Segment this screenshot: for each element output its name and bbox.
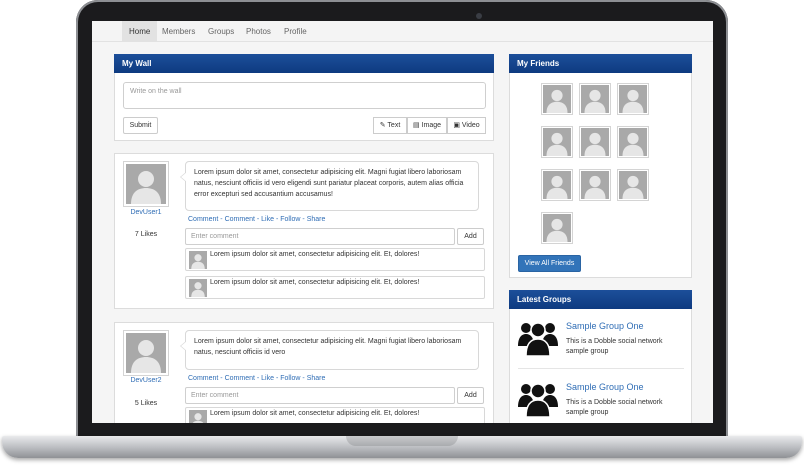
friend-silhouette-icon xyxy=(581,128,609,156)
group-description: This is a Dobble social network sample g… xyxy=(566,338,663,355)
nav-home[interactable]: Home xyxy=(122,21,158,42)
comment-link[interactable]: Comment xyxy=(225,216,255,223)
friend-avatar[interactable] xyxy=(617,169,649,201)
post-username[interactable]: DevUser2 xyxy=(123,377,169,384)
like-link[interactable]: Like xyxy=(261,375,274,382)
post-actions: Comment - Comment - Like - Follow - Shar… xyxy=(188,375,326,382)
friend-silhouette-icon xyxy=(543,85,571,113)
browser-screen: Home Members Groups Photos Profile My Wa… xyxy=(92,21,713,423)
post-username[interactable]: DevUser1 xyxy=(123,209,169,216)
post-card: DevUser2 5 Likes Lorem ipsum dolor sit a… xyxy=(114,322,494,423)
text-type-button[interactable]: ✎ Text xyxy=(373,117,407,134)
follow-link[interactable]: Follow xyxy=(280,216,300,223)
post-card: DevUser1 7 Likes Lorem ipsum dolor sit a… xyxy=(114,153,494,309)
comment-item: Lorem ipsum dolor sit amet, consectetur … xyxy=(185,407,485,423)
camera-icon xyxy=(476,13,482,19)
comment-text: Lorem ipsum dolor sit amet, consectetur … xyxy=(210,410,420,417)
post-likes: 5 Likes xyxy=(134,400,158,407)
comment-input[interactable]: Enter comment xyxy=(185,387,455,404)
add-comment-button[interactable]: Add xyxy=(457,387,484,404)
friend-avatar[interactable] xyxy=(579,126,611,158)
like-link[interactable]: Like xyxy=(261,216,274,223)
wall-panel: My Wall Write on the wall Submit ✎ Text … xyxy=(114,54,494,141)
submit-button[interactable]: Submit xyxy=(123,117,158,134)
group-name[interactable]: Sample Group One xyxy=(566,382,644,392)
comment-link[interactable]: Comment xyxy=(225,375,255,382)
share-link[interactable]: Share xyxy=(307,216,326,223)
group-item[interactable]: Sample Group One This is a Dobble social… xyxy=(518,379,688,423)
nav-photos[interactable]: Photos xyxy=(239,21,278,42)
friend-silhouette-icon xyxy=(581,85,609,113)
video-file-icon: ▣ xyxy=(453,122,460,129)
laptop-frame: Home Members Groups Photos Profile My Wa… xyxy=(0,0,804,469)
user-avatar[interactable] xyxy=(123,330,169,376)
group-name[interactable]: Sample Group One xyxy=(566,321,644,331)
friend-avatar[interactable] xyxy=(541,169,573,201)
comment-link[interactable]: Comment xyxy=(188,216,218,223)
commenter-avatar-icon xyxy=(189,251,207,269)
image-type-button[interactable]: ▤ Image xyxy=(407,117,447,134)
image-file-icon: ▤ xyxy=(412,122,420,129)
group-people-icon xyxy=(518,318,558,358)
comment-text: Lorem ipsum dolor sit amet, consectetur … xyxy=(210,279,420,286)
group-item[interactable]: Sample Group One This is a Dobble social… xyxy=(518,318,688,363)
group-description: This is a Dobble social network sample g… xyxy=(566,399,663,416)
comment-item: Lorem ipsum dolor sit amet, consectetur … xyxy=(185,276,485,299)
user-avatar[interactable] xyxy=(123,161,169,207)
user-silhouette-icon xyxy=(126,164,166,204)
comment-text: Lorem ipsum dolor sit amet, consectetur … xyxy=(210,251,420,258)
laptop-notch xyxy=(346,436,458,446)
share-link[interactable]: Share xyxy=(307,375,326,382)
view-all-friends-button[interactable]: View All Friends xyxy=(518,255,581,272)
group-divider xyxy=(518,368,684,369)
group-people-icon xyxy=(518,379,558,419)
text-type-label: Text xyxy=(387,122,401,129)
friend-silhouette-icon xyxy=(543,171,571,199)
comment-link[interactable]: Comment xyxy=(188,375,218,382)
friend-avatar[interactable] xyxy=(617,83,649,115)
friend-silhouette-icon xyxy=(543,214,571,242)
friend-avatar[interactable] xyxy=(541,83,573,115)
groups-title: Latest Groups xyxy=(509,290,692,309)
friend-silhouette-icon xyxy=(619,128,647,156)
friend-avatar[interactable] xyxy=(541,212,573,244)
commenter-avatar-icon xyxy=(189,410,207,423)
nav-groups[interactable]: Groups xyxy=(201,21,241,42)
friend-avatar[interactable] xyxy=(579,169,611,201)
comment-item: Lorem ipsum dolor sit amet, consectetur … xyxy=(185,248,485,271)
friend-silhouette-icon xyxy=(543,128,571,156)
post-text: Lorem ipsum dolor sit amet, consectetur … xyxy=(180,161,479,211)
image-type-label: Image xyxy=(421,122,442,129)
post-likes: 7 Likes xyxy=(134,231,158,238)
wall-input[interactable]: Write on the wall xyxy=(123,82,486,109)
video-type-button[interactable]: ▣ Video xyxy=(447,117,486,134)
groups-panel: Latest Groups Sample Group One This is a… xyxy=(509,290,692,423)
post-actions: Comment - Comment - Like - Follow - Shar… xyxy=(188,216,326,223)
friend-avatar[interactable] xyxy=(579,83,611,115)
wall-title: My Wall xyxy=(114,54,494,73)
commenter-avatar-icon xyxy=(189,279,207,297)
comment-input[interactable]: Enter comment xyxy=(185,228,455,245)
friend-silhouette-icon xyxy=(581,171,609,199)
friends-title: My Friends xyxy=(509,54,692,73)
friends-panel: My Friends View All Friends xyxy=(509,54,692,278)
nav-profile[interactable]: Profile xyxy=(277,21,314,42)
nav-members[interactable]: Members xyxy=(155,21,202,42)
follow-link[interactable]: Follow xyxy=(280,375,300,382)
video-type-label: Video xyxy=(461,122,480,129)
friend-silhouette-icon xyxy=(619,85,647,113)
friend-avatar[interactable] xyxy=(617,126,649,158)
top-navbar: Home Members Groups Photos Profile xyxy=(92,21,713,42)
friend-avatar[interactable] xyxy=(541,126,573,158)
pencil-icon: ✎ xyxy=(379,122,386,129)
add-comment-button[interactable]: Add xyxy=(457,228,484,245)
friend-silhouette-icon xyxy=(619,171,647,199)
post-text: Lorem ipsum dolor sit amet, consectetur … xyxy=(180,330,479,370)
user-silhouette-icon xyxy=(126,333,166,373)
